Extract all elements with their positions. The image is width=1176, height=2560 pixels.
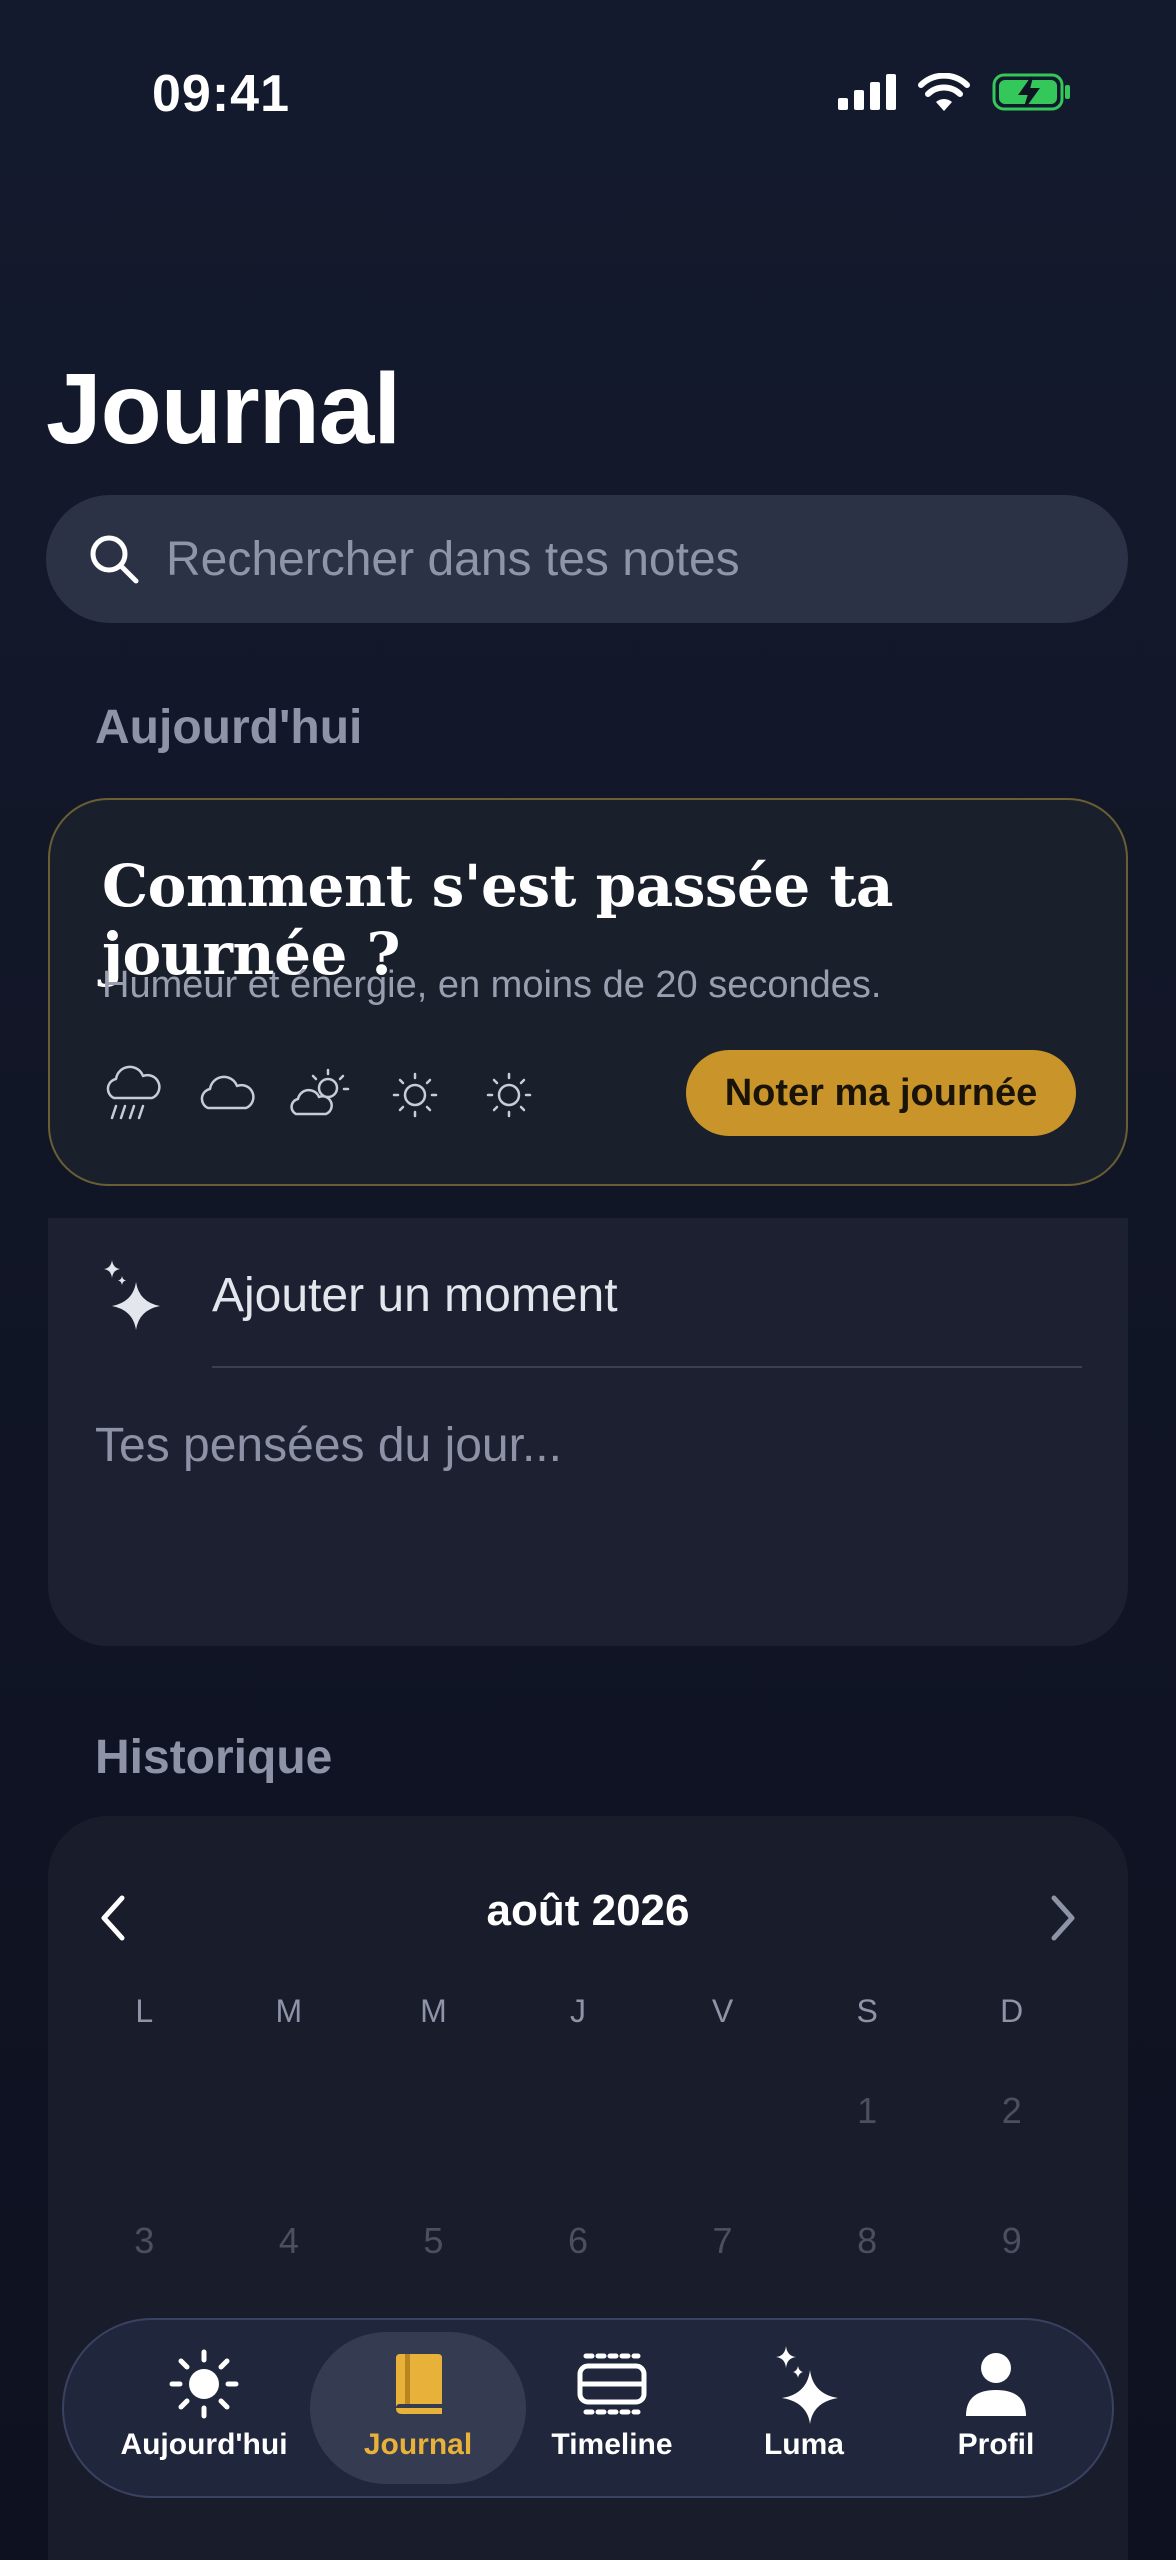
page-title: Journal: [46, 353, 401, 465]
notes-textarea[interactable]: Tes pensées du jour...: [95, 1418, 562, 1473]
chevron-right-icon[interactable]: [1044, 1892, 1084, 1944]
tab-bar: Aujourd'hui Journal Timeline Luma Profil: [62, 2318, 1114, 2498]
calendar-day: [72, 2046, 217, 2176]
calendar-day[interactable]: 3: [72, 2176, 217, 2306]
mood-card-subtitle: Humeur et énergie, en moins de 20 second…: [102, 964, 882, 1006]
sparkle-icon: [776, 2346, 838, 2424]
tab-today[interactable]: Aujourd'hui: [104, 2332, 304, 2484]
tab-label: Luma: [763, 2428, 844, 2461]
status-icons: [838, 72, 1072, 112]
tab-label: Journal: [363, 2428, 473, 2461]
journal-screen: 09:41 Journal Rechercher dans tes notes: [0, 0, 1176, 2560]
mood-icons: [100, 1062, 542, 1128]
tab-label: Profil: [957, 2428, 1035, 2461]
mood-card: Comment s'est passée ta journée ? Humeur…: [48, 798, 1128, 1186]
weekday-label: S: [856, 1993, 878, 2029]
cloud-icon[interactable]: [194, 1062, 260, 1128]
rain-cloud-icon[interactable]: [100, 1062, 166, 1128]
calendar-day[interactable]: 5: [361, 2176, 506, 2306]
calendar-grid: L M M J V S D 1 2 3 4 5 6 7 8 9: [72, 1976, 1084, 2306]
tab-timeline[interactable]: Timeline: [512, 2332, 712, 2484]
calendar-day: [650, 2046, 795, 2176]
tab-label: Timeline: [551, 2428, 673, 2461]
tab-journal[interactable]: Journal: [310, 2332, 526, 2484]
status-time: 09:41: [152, 65, 290, 123]
sun-icon: [169, 2349, 239, 2419]
signal-icon: [838, 74, 896, 110]
calendar-day[interactable]: 8: [795, 2176, 940, 2306]
calendar-day: [217, 2046, 362, 2176]
search-placeholder: Rechercher dans tes notes: [166, 532, 740, 586]
book-icon: [396, 2354, 442, 2414]
weekday-label: J: [569, 1993, 586, 2029]
sun-icon[interactable]: [382, 1062, 448, 1128]
wifi-icon: [918, 73, 970, 111]
timeline-icon: [577, 2353, 647, 2415]
weekday-label: M: [275, 1993, 303, 2029]
calendar-day: [506, 2046, 651, 2176]
search-icon: [90, 535, 139, 584]
calendar-day[interactable]: 4: [217, 2176, 362, 2306]
calendar-day[interactable]: 7: [650, 2176, 795, 2306]
notes-divider: [212, 1366, 1082, 1368]
add-moment-button[interactable]: Ajouter un moment: [212, 1268, 618, 1323]
tab-profile[interactable]: Profil: [896, 2332, 1096, 2484]
weekday-label: M: [420, 1993, 447, 2029]
tab-label: Aujourd'hui: [120, 2428, 288, 2461]
calendar-day[interactable]: 9: [939, 2176, 1084, 2306]
person-icon: [966, 2353, 1026, 2416]
tab-luma[interactable]: Luma: [704, 2332, 904, 2484]
weekday-label: V: [711, 1993, 734, 2029]
section-label-today: Aujourd'hui: [95, 701, 363, 754]
section-label-history: Historique: [95, 1731, 333, 1784]
rate-day-button[interactable]: Noter ma journée: [686, 1050, 1076, 1136]
calendar-day: [361, 2046, 506, 2176]
battery-charging-icon: [992, 73, 1070, 111]
weekday-label: L: [135, 1993, 154, 2029]
calendar-month: août 2026: [486, 1886, 690, 1935]
calendar-day[interactable]: 2: [939, 2046, 1084, 2176]
weekday-label: D: [1000, 1993, 1024, 2029]
search-input[interactable]: Rechercher dans tes notes: [46, 495, 1128, 623]
partly-sunny-icon[interactable]: [288, 1062, 354, 1128]
calendar-day[interactable]: 1: [795, 2046, 940, 2176]
notes-card: Ajouter un moment Tes pensées du jour...: [48, 1218, 1128, 1646]
calendar-day[interactable]: 6: [506, 2176, 651, 2306]
sparkle-icon: [104, 1260, 160, 1330]
sun-icon[interactable]: [476, 1062, 542, 1128]
